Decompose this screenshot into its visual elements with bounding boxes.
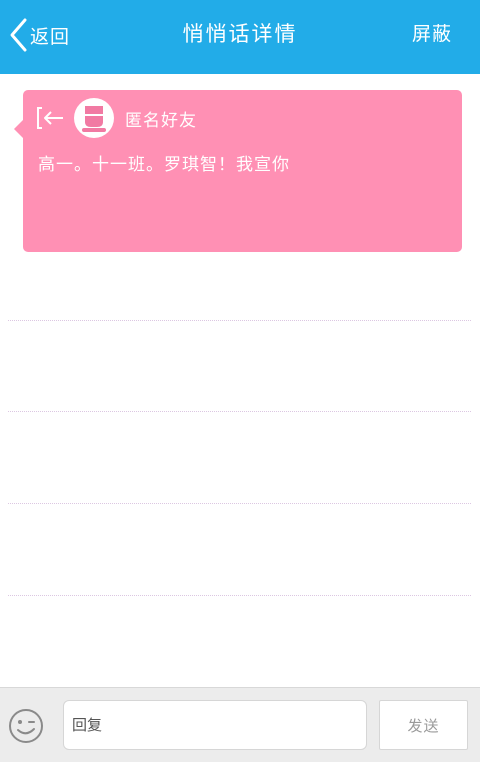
message-header: 匿名好友 [36,98,197,138]
divider [8,503,471,504]
smiley-icon [9,709,43,743]
anonymous-avatar-icon [82,106,106,132]
block-button[interactable]: 屏蔽 [412,19,452,46]
message-text: 高一。十一班。罗琪智！我宣你 [38,155,290,175]
exit-arrow-icon[interactable] [36,105,66,131]
sender-name: 匿名好友 [125,110,197,131]
reply-input[interactable] [63,700,367,750]
emoji-button[interactable] [7,707,45,745]
divider [8,595,471,596]
divider [8,320,471,321]
send-button[interactable]: 发送 [379,700,468,750]
message-card: 匿名好友 高一。十一班。罗琪智！我宣你 [14,90,462,252]
page-title: 悄悄话详情 [182,22,298,46]
reply-bar: 发送 [0,687,480,762]
divider [8,411,471,412]
top-bar: 返回 悄悄话详情 屏蔽 [0,0,480,74]
avatar [74,98,114,138]
